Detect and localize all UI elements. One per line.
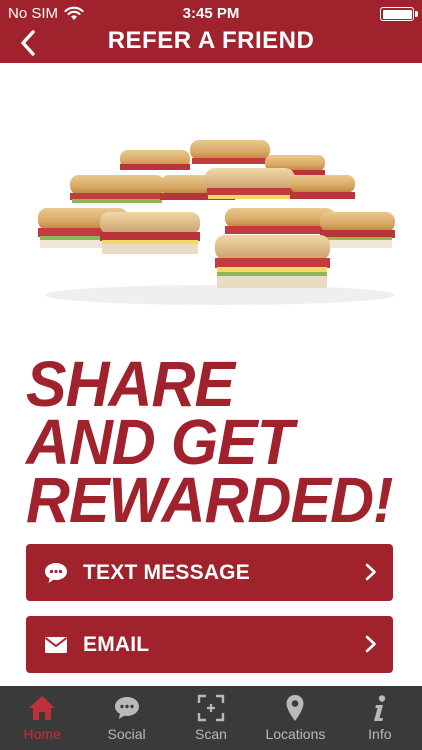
tab-locations[interactable]: Locations [253, 686, 337, 750]
headline-line-1: SHARE [26, 348, 235, 420]
tab-scan[interactable]: Scan [169, 686, 253, 750]
tab-info-label: Info [368, 726, 392, 742]
tab-locations-label: Locations [265, 726, 326, 742]
status-time: 3:45 PM [182, 5, 240, 22]
nav-bar: REFER A FRIEND [0, 24, 422, 63]
headline: SHARE AND GET REWARDED! [26, 348, 393, 536]
headline-line-2: AND GET [26, 406, 294, 478]
tab-home-label: Home [23, 726, 61, 742]
tab-scan-label: Scan [195, 726, 227, 742]
headline-line-3: REWARDED! [26, 464, 393, 536]
tab-bar: Home Social Scan Locations Info [0, 686, 422, 750]
home-icon [28, 694, 56, 722]
scan-icon [197, 694, 225, 722]
tab-social[interactable]: Social [84, 686, 168, 750]
chat-bubble-icon [43, 562, 69, 584]
envelope-icon [43, 634, 69, 656]
status-bar: No SIM 3:45 PM [0, 0, 422, 26]
text-message-button[interactable]: TEXT MESSAGE [26, 544, 393, 601]
email-label: EMAIL [83, 632, 150, 656]
chevron-right-icon [365, 563, 376, 581]
chat-bubble-icon [114, 694, 140, 722]
tab-home[interactable]: Home [0, 686, 84, 750]
map-pin-icon [285, 694, 305, 722]
tab-social-label: Social [107, 726, 146, 742]
email-button[interactable]: EMAIL [26, 616, 393, 673]
info-icon [372, 694, 388, 722]
sandwich-platter-image [38, 140, 395, 305]
text-message-label: TEXT MESSAGE [83, 560, 250, 584]
chevron-right-icon [365, 635, 376, 653]
page-title: REFER A FRIEND [107, 27, 315, 54]
header: No SIM 3:45 PM REFER A FRIEND [0, 0, 422, 63]
tab-info[interactable]: Info [338, 686, 422, 750]
battery-icon [380, 7, 418, 21]
